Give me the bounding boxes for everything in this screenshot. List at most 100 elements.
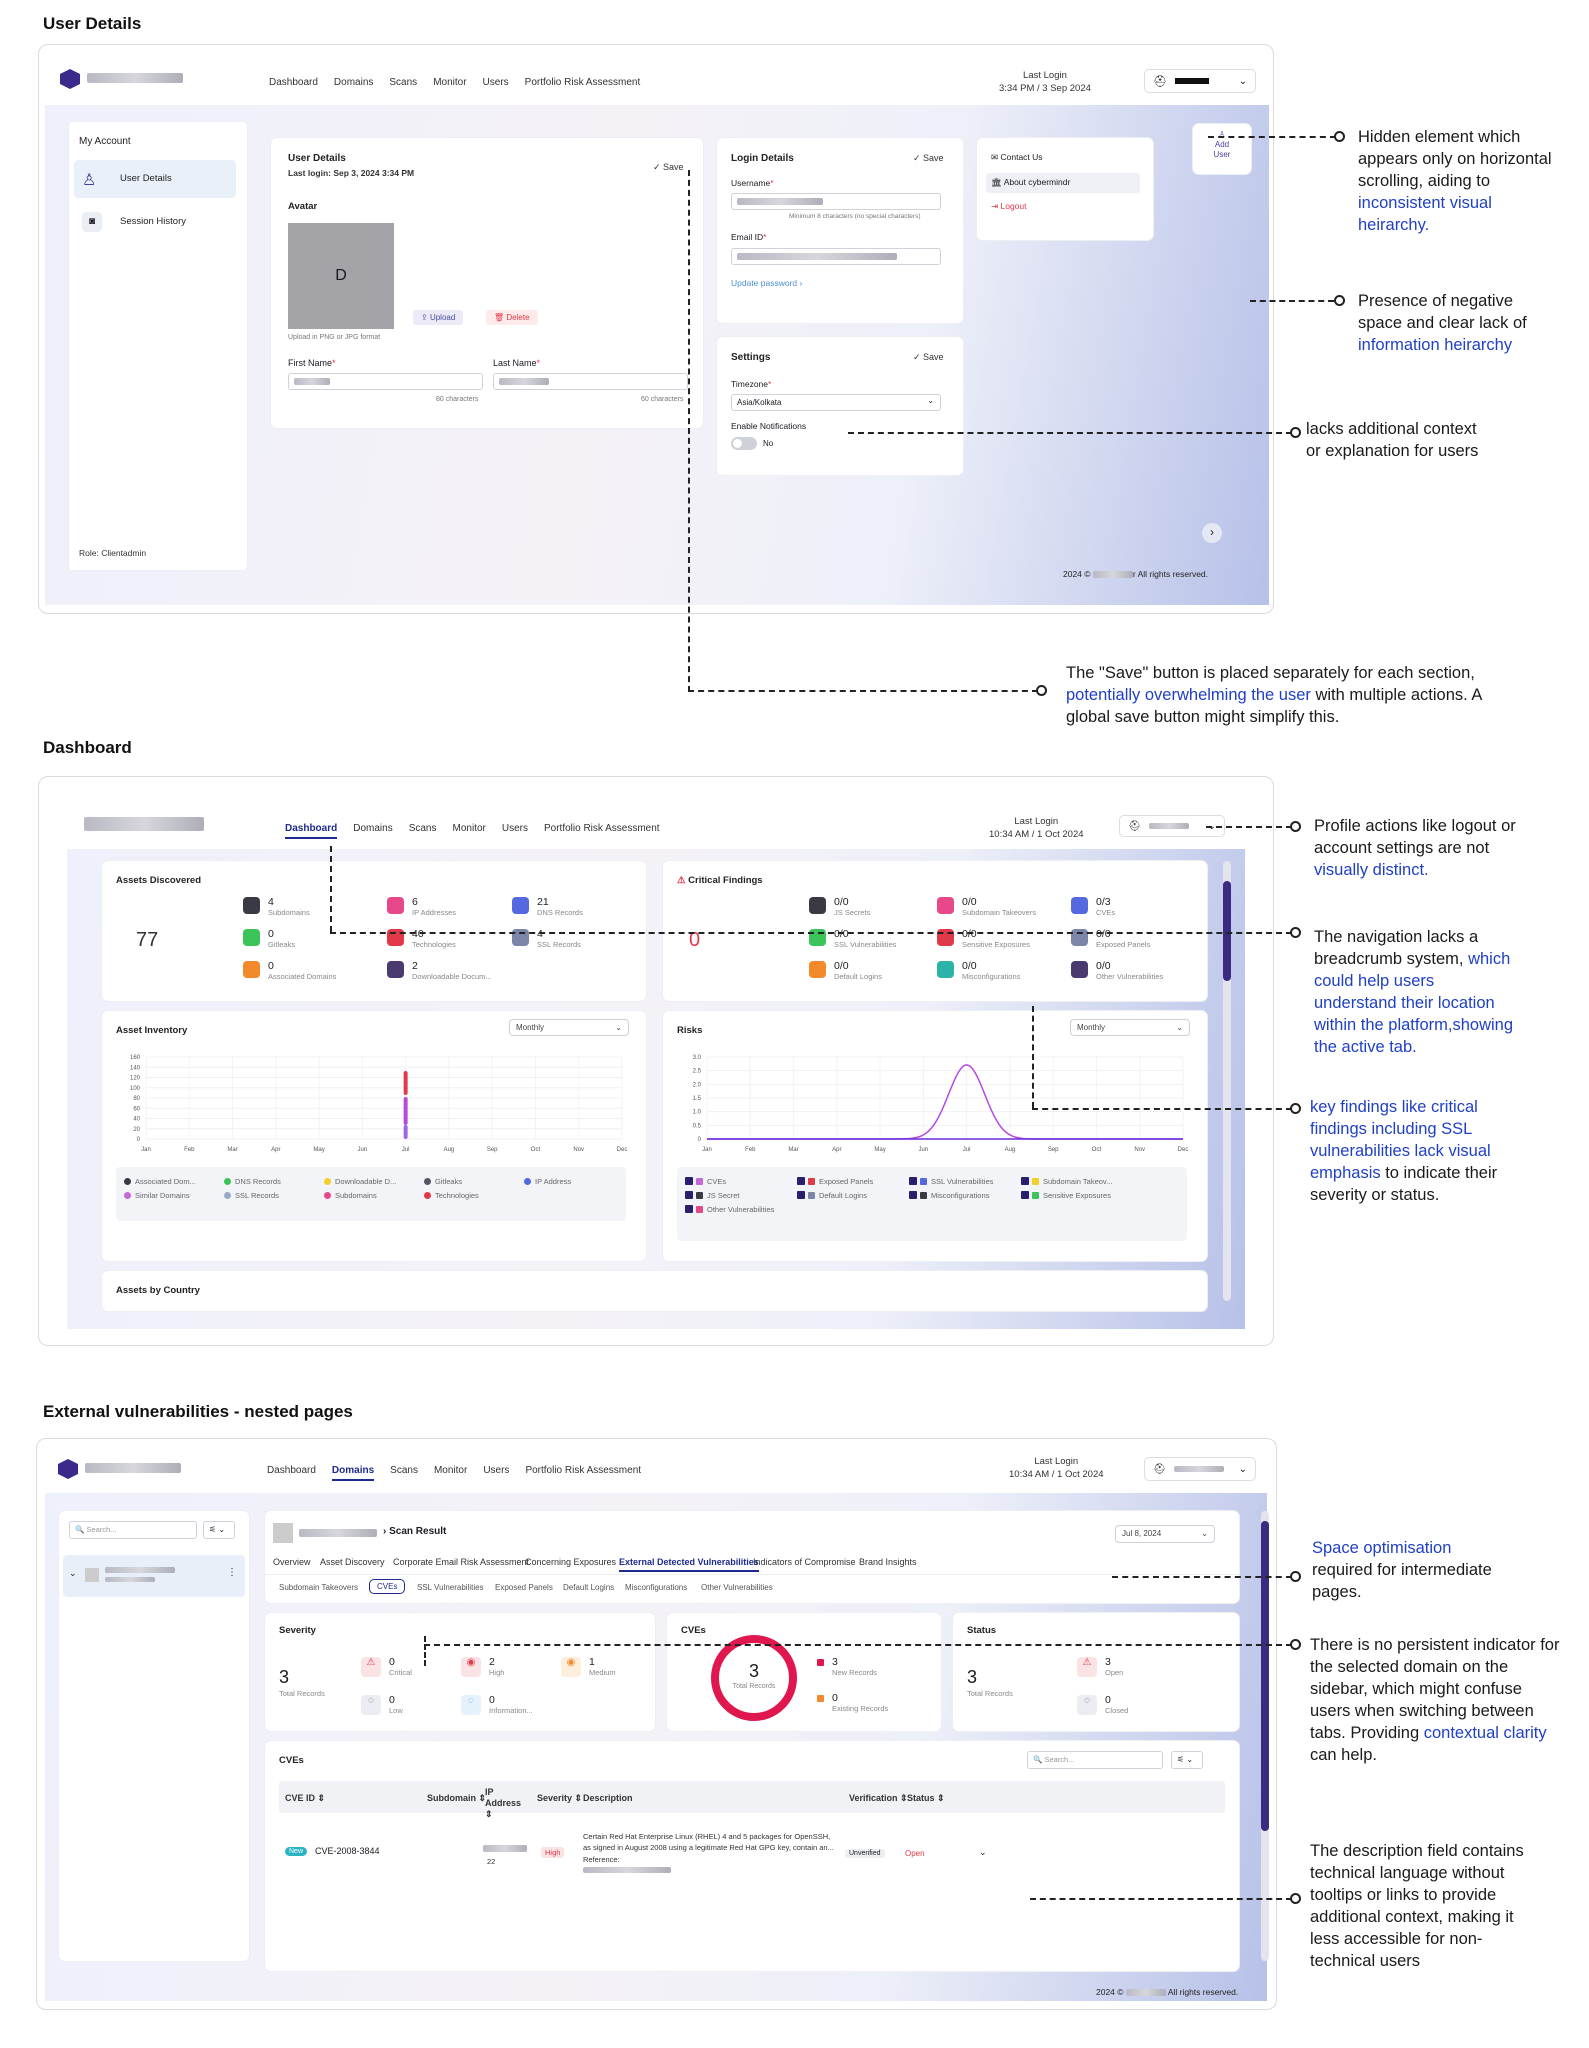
- nav-domains[interactable]: Domains: [353, 823, 392, 839]
- notifications-toggle[interactable]: [731, 437, 757, 450]
- table-search-input[interactable]: 🔍 Search...: [1027, 1751, 1163, 1769]
- email-field[interactable]: [731, 248, 941, 265]
- legend-item[interactable]: SSL Vulnerabilities: [909, 1177, 993, 1186]
- col-subdomain[interactable]: Subdomain ⇕: [427, 1793, 486, 1804]
- nav-scans[interactable]: Scans: [390, 1465, 418, 1481]
- sub-tab[interactable]: CVEs: [369, 1579, 406, 1594]
- about-link[interactable]: 🏛 About cybermindr: [986, 173, 1140, 193]
- tab[interactable]: Brand Insights: [859, 1557, 917, 1567]
- period-select[interactable]: Monthly ⌄: [509, 1019, 629, 1036]
- delete-button[interactable]: 🗑 Delete: [486, 310, 538, 325]
- table-row[interactable]: New CVE-2008-3844 22 High Certain Red Ha…: [279, 1821, 1225, 1881]
- search-input[interactable]: 🔍 Search...: [69, 1521, 197, 1539]
- tab[interactable]: Asset Discovery: [320, 1557, 385, 1567]
- save-button[interactable]: ✓ Save: [653, 162, 684, 173]
- sub-tab[interactable]: Other Vulnerabilities: [701, 1583, 773, 1592]
- nav-dashboard[interactable]: Dashboard: [285, 823, 338, 839]
- profile-dropdown[interactable]: ⛑ ⌄: [1144, 69, 1256, 93]
- legend-item[interactable]: Subdomain Takeov...: [1021, 1177, 1112, 1186]
- scrollbar[interactable]: [1223, 861, 1231, 1301]
- profile-dropdown[interactable]: ⛑ ⌄: [1144, 1457, 1256, 1481]
- logo: [84, 817, 204, 831]
- legend-item[interactable]: JS Secret: [685, 1191, 740, 1200]
- legend-item[interactable]: Downloadable D...: [324, 1177, 396, 1186]
- sub-tab[interactable]: SSL Vulnerabilities: [417, 1583, 484, 1592]
- y-tick-label: 0.5: [693, 1123, 702, 1129]
- nav-users[interactable]: Users: [502, 823, 528, 839]
- chevron-down-icon[interactable]: ⌄: [979, 1847, 987, 1858]
- period-select[interactable]: Monthly ⌄: [1070, 1019, 1190, 1036]
- legend-item[interactable]: CVEs: [685, 1177, 726, 1186]
- legend-item[interactable]: SSL Records: [224, 1191, 279, 1200]
- date-select[interactable]: Jul 8, 2024 ⌄: [1115, 1525, 1215, 1543]
- filter-button[interactable]: ⚟ ⌄: [1171, 1751, 1203, 1769]
- legend-item[interactable]: Associated Dom...: [124, 1177, 196, 1186]
- timezone-select[interactable]: Asia/Kolkata ⌄: [731, 394, 941, 411]
- add-user-button[interactable]: ♙ Add User: [1193, 124, 1251, 174]
- col-verification[interactable]: Verification ⇕: [849, 1793, 908, 1804]
- legend-item[interactable]: Similar Domains: [124, 1191, 190, 1200]
- sidebar-item-label: User Details: [120, 173, 172, 184]
- legend-item[interactable]: Other Vulnerabilities: [685, 1205, 774, 1214]
- tab[interactable]: Concerning Exposures: [525, 1557, 616, 1567]
- filter-icon: ⚟ ⌄: [1177, 1755, 1194, 1764]
- nav-users[interactable]: Users: [483, 77, 509, 88]
- sub-tab[interactable]: Default Logins: [563, 1583, 614, 1592]
- legend-item[interactable]: DNS Records: [224, 1177, 281, 1186]
- sidebar-item-session-history[interactable]: ◙ Session History: [74, 206, 236, 238]
- scrollbar[interactable]: [1261, 1511, 1269, 1961]
- sub-tab[interactable]: Exposed Panels: [495, 1583, 553, 1592]
- nav-users[interactable]: Users: [483, 1465, 509, 1481]
- tab[interactable]: External Detected Vulnerabilities: [619, 1557, 759, 1572]
- last-name-field[interactable]: [493, 373, 688, 390]
- y-tick-label: 40: [133, 1117, 140, 1123]
- nav-monitor[interactable]: Monitor: [433, 77, 466, 88]
- upload-button[interactable]: ⇪ Upload: [413, 310, 464, 325]
- sidebar-item-user-details[interactable]: ♙ User Details: [74, 160, 236, 198]
- nav-portfolio[interactable]: Portfolio Risk Assessment: [525, 77, 641, 88]
- tab[interactable]: Indicators of Compromise: [753, 1557, 856, 1567]
- x-tick-label: Jun: [358, 1147, 368, 1153]
- nav-dashboard[interactable]: Dashboard: [267, 1465, 316, 1481]
- legend-item[interactable]: Sensitive Exposures: [1021, 1191, 1111, 1200]
- nav-domains[interactable]: Domains: [334, 77, 373, 88]
- section-title-external-vulnerabilities: External vulnerabilities - nested pages: [43, 1402, 353, 1421]
- nav-portfolio[interactable]: Portfolio Risk Assessment: [544, 823, 660, 839]
- scroll-right-button[interactable]: ›: [1202, 523, 1222, 543]
- filter-button[interactable]: ⚟ ⌄: [203, 1521, 235, 1539]
- nav-scans[interactable]: Scans: [389, 77, 417, 88]
- domain-list-item[interactable]: ⌄ ⋮: [63, 1555, 245, 1597]
- nav-scans[interactable]: Scans: [409, 823, 437, 839]
- legend-item[interactable]: Default Logins: [797, 1191, 867, 1200]
- nav-dashboard[interactable]: Dashboard: [269, 77, 318, 88]
- col-status[interactable]: Status ⇕: [907, 1793, 945, 1804]
- nav-domains[interactable]: Domains: [331, 1465, 375, 1481]
- y-tick-label: 140: [130, 1065, 141, 1071]
- tab[interactable]: Corporate Email Risk Assessment: [393, 1557, 529, 1567]
- warning-icon: ⚠: [677, 875, 686, 886]
- legend-item[interactable]: Exposed Panels: [797, 1177, 873, 1186]
- nav-monitor[interactable]: Monitor: [453, 823, 486, 839]
- col-severity[interactable]: Severity ⇕: [537, 1793, 582, 1804]
- logout-link[interactable]: ⇥ Logout: [991, 201, 1026, 212]
- legend-item[interactable]: IP Address: [524, 1177, 571, 1186]
- col-ip-address[interactable]: IP Address ⇕: [485, 1787, 523, 1820]
- tab[interactable]: Overview: [273, 1557, 311, 1567]
- save-button[interactable]: ✓ Save: [913, 352, 944, 363]
- nav-portfolio[interactable]: Portfolio Risk Assessment: [525, 1465, 641, 1481]
- first-name-field[interactable]: [288, 373, 483, 390]
- legend-item[interactable]: Subdomains: [324, 1191, 377, 1200]
- contact-us-link[interactable]: ✉ Contact Us: [991, 152, 1043, 163]
- legend-item[interactable]: Gitleaks: [424, 1177, 462, 1186]
- username-field[interactable]: [731, 193, 941, 210]
- sub-tab[interactable]: Subdomain Takeovers: [279, 1583, 358, 1592]
- update-password-link[interactable]: Update password ›: [731, 278, 802, 288]
- col-cve-id[interactable]: CVE ID ⇕: [285, 1793, 325, 1804]
- legend-item[interactable]: Technologies: [424, 1191, 479, 1200]
- save-button[interactable]: ✓ Save: [913, 153, 944, 164]
- sub-tab[interactable]: Misconfigurations: [625, 1583, 687, 1592]
- x-tick-label: Sep: [487, 1147, 498, 1153]
- legend-item[interactable]: Misconfigurations: [909, 1191, 989, 1200]
- upload-hint: Upload in PNG or JPG format: [288, 334, 381, 341]
- nav-monitor[interactable]: Monitor: [434, 1465, 467, 1481]
